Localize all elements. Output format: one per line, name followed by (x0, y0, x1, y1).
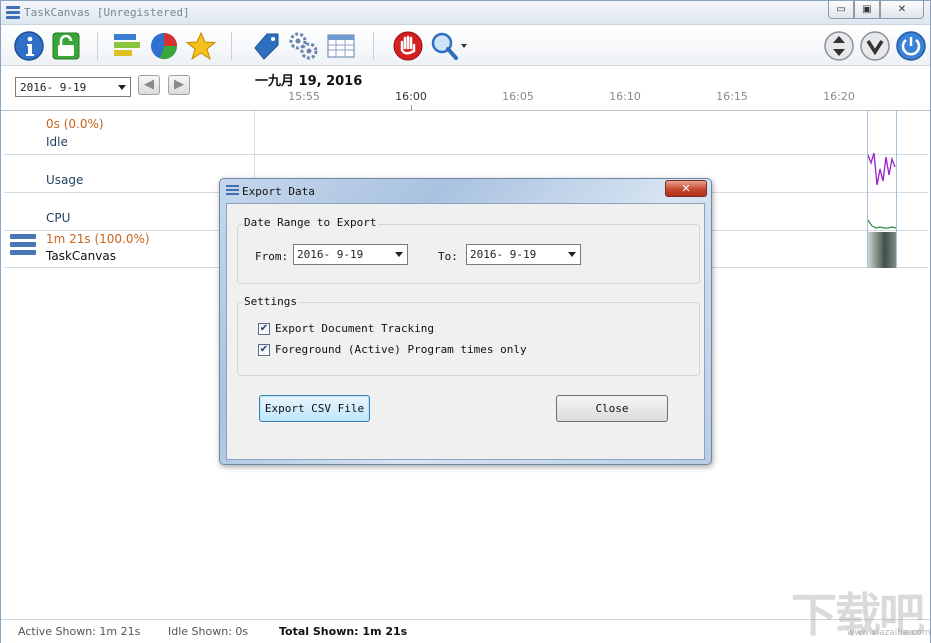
time-tick: 16:20 (823, 90, 855, 103)
usage-label: Usage (46, 173, 84, 187)
title-bar: TaskCanvas [Unregistered] ▭ ▣ ✕ (1, 1, 930, 25)
dialog-body: Date Range to Export From: 2016- 9-19 To… (226, 203, 705, 460)
export-document-tracking-label[interactable]: Export Document Tracking (275, 322, 434, 335)
dialog-close-button[interactable]: ✕ (665, 180, 707, 197)
maximize-button[interactable]: ▣ (854, 1, 880, 19)
date-select-value: 2016- 9-19 (20, 81, 87, 94)
info-icon[interactable] (13, 30, 45, 62)
chevron-down-icon[interactable] (859, 30, 891, 62)
star-icon[interactable] (185, 30, 217, 62)
current-date-label: 一九月 19, 2016 (255, 74, 363, 89)
idle-label: Idle (46, 135, 68, 149)
dialog-title: Export Data (242, 185, 315, 198)
from-date-select[interactable]: 2016- 9-19 (293, 244, 408, 265)
next-day-button[interactable]: ▶ (168, 75, 190, 95)
time-tick-major: 16:00 (395, 90, 427, 103)
to-date-value: 2016- 9-19 (470, 248, 537, 261)
idle-shown-text: Idle Shown: 0s (168, 625, 249, 638)
from-label: From: (255, 250, 289, 263)
dropdown-arrow-icon (395, 252, 403, 257)
cpu-label: CPU (46, 211, 71, 225)
watermark-url: www.xiazaiba.com (847, 628, 931, 638)
idle-time-value: 0s (0.0%) (46, 117, 104, 131)
to-date-select[interactable]: 2016- 9-19 (466, 244, 581, 265)
toolbar (1, 26, 930, 66)
bars-icon[interactable] (111, 30, 143, 62)
pie-chart-icon[interactable] (148, 30, 180, 62)
export-data-dialog: Export Data ✕ Date Range to Export From:… (219, 178, 712, 465)
total-shown-text: Total Shown: 1m 21s (279, 625, 408, 638)
settings-group-title: Settings (242, 295, 299, 308)
timeline-header: 2016- 9-19 ◀ ▶ 一九月 19, 2016 15:55 16:00 … (1, 67, 930, 111)
to-label: To: (438, 250, 458, 263)
close-window-button[interactable]: ✕ (880, 1, 924, 19)
dialog-close-action-button[interactable]: Close (556, 395, 668, 422)
gears-icon[interactable] (287, 30, 319, 62)
dropdown-arrow-icon (568, 252, 576, 257)
dialog-menu-icon (226, 185, 239, 197)
arrow-left-icon: ◀ (144, 77, 154, 92)
idle-row[interactable]: 0s (0.0%) Idle (4, 111, 928, 155)
tag-icon[interactable] (251, 30, 283, 62)
time-tick: 15:55 (288, 90, 320, 103)
search-icon[interactable] (428, 30, 468, 62)
export-document-tracking-checkbox[interactable]: ✔ (258, 323, 270, 335)
app-time-value: 1m 21s (100.0%) (46, 232, 150, 246)
date-range-group-title: Date Range to Export (242, 216, 379, 229)
power-icon[interactable] (895, 30, 927, 62)
export-csv-button[interactable]: Export CSV File (259, 395, 370, 422)
minimize-button[interactable]: ▭ (828, 1, 854, 19)
settings-group (237, 302, 700, 376)
cpu-graph (868, 219, 896, 229)
app-menu-icon[interactable] (6, 6, 20, 19)
usage-graph (868, 152, 896, 186)
app-label: TaskCanvas (46, 249, 116, 263)
unlock-icon[interactable] (50, 30, 82, 62)
stop-hand-icon[interactable] (392, 30, 424, 62)
dropdown-arrow-icon (118, 85, 126, 90)
active-shown-text: Active Shown: 1m 21s (18, 625, 141, 638)
foreground-only-checkbox[interactable]: ✔ (258, 344, 270, 356)
time-tick: 16:10 (609, 90, 641, 103)
table-icon[interactable] (325, 30, 357, 62)
foreground-only-label[interactable]: Foreground (Active) Program times only (275, 343, 527, 356)
app-usage-block (868, 232, 896, 268)
time-tick: 16:05 (502, 90, 534, 103)
previous-day-button[interactable]: ◀ (138, 75, 160, 95)
window-title: TaskCanvas [Unregistered] (24, 6, 190, 19)
app-list-icon (10, 234, 36, 262)
from-date-value: 2016- 9-19 (297, 248, 364, 261)
expand-collapse-icon[interactable] (823, 30, 855, 62)
time-tick: 16:15 (716, 90, 748, 103)
arrow-right-icon: ▶ (174, 77, 184, 92)
date-select[interactable]: 2016- 9-19 (15, 77, 131, 97)
